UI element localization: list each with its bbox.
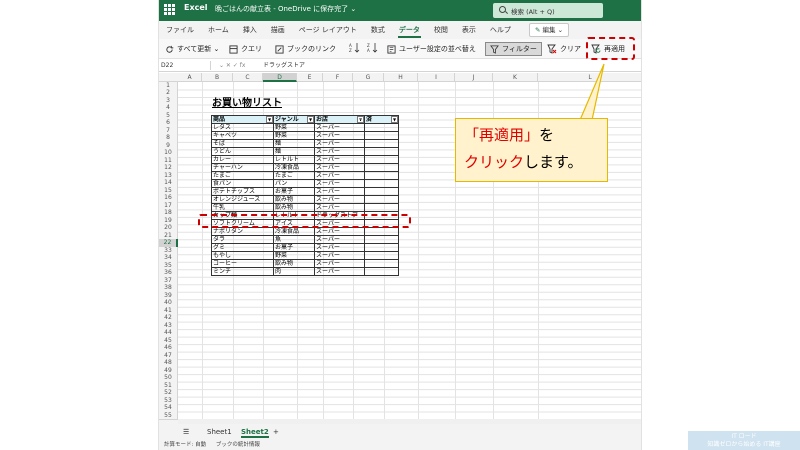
callout-keyword-click: クリック xyxy=(464,153,525,171)
callout-text-2: します。 xyxy=(524,153,583,171)
instruction-callout: 「再適用」を クリックします。 xyxy=(455,118,608,182)
callout-text-1: を xyxy=(539,126,555,144)
callout-keyword-reapply: 「再適用」 xyxy=(464,126,540,144)
callout-pointer xyxy=(579,63,605,121)
site-watermark-logo: IT ロード 知識ゼロから始める IT講座 xyxy=(688,431,800,450)
slide-canvas: Excel 晩ごはんの献立表 - OneDrive に保存完了 ⌄ 検索 (Al… xyxy=(0,0,800,450)
